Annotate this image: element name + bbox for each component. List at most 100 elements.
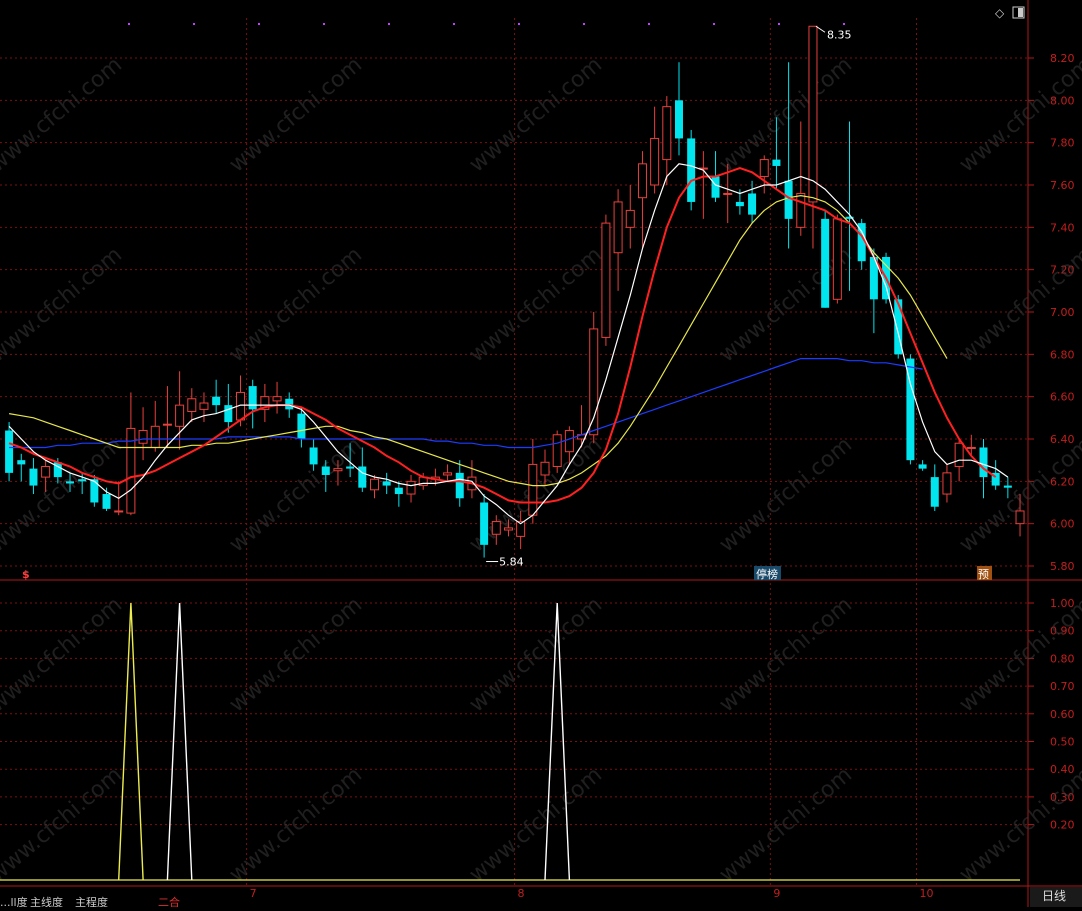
- candle-body-up: [503, 527, 513, 531]
- candle-body-up: [808, 25, 818, 203]
- watermark-text: www.cfchi.com: [715, 432, 857, 557]
- candle-body-down: [346, 466, 355, 469]
- top-marker-dot: [648, 23, 650, 25]
- candle-body-up: [41, 466, 51, 478]
- candle-body-down: [297, 413, 306, 439]
- candle-body-down: [687, 138, 696, 202]
- bottom-tab-0: ...ll度: [0, 895, 28, 907]
- price-tick-label: 7.00: [1050, 306, 1075, 319]
- watermark-text: www.cfchi.com: [225, 52, 367, 177]
- top-marker-dot: [518, 23, 520, 25]
- candle-body-down: [29, 468, 38, 486]
- price-tick-label: 7.60: [1050, 179, 1075, 192]
- watermark-text: www.cfchi.com: [0, 242, 127, 367]
- candle-body-down: [748, 193, 757, 215]
- candle-body-up: [114, 510, 124, 513]
- candle-body-down: [918, 464, 927, 469]
- candle-body-down: [17, 460, 26, 465]
- watermark-text: www.cfchi.com: [0, 52, 127, 177]
- candle-body-down: [735, 201, 744, 207]
- candle-body-down: [90, 479, 99, 503]
- candle-body-up: [552, 434, 562, 468]
- candle-body-up: [369, 478, 379, 491]
- candle-body-up: [650, 137, 660, 186]
- top-marker-dot: [193, 23, 195, 25]
- top-marker-dot: [713, 23, 715, 25]
- watermark-text: www.cfchi.com: [0, 592, 127, 717]
- diamond-icon: ◇: [995, 6, 1005, 20]
- candle-body-down: [382, 481, 391, 486]
- top-marker-dot: [128, 23, 130, 25]
- price-tick-label: 6.60: [1050, 391, 1075, 404]
- candle-body-up: [832, 218, 842, 300]
- candle-body-up: [491, 521, 501, 535]
- candle-body-up: [759, 159, 769, 178]
- candle-body-down: [711, 176, 720, 198]
- candle-body-up: [1015, 510, 1025, 525]
- top-marker-dot: [843, 23, 845, 25]
- limit-up-badge: 停榜: [756, 567, 778, 581]
- candle-body-up: [662, 106, 672, 161]
- watermark-text: www.cfchi.com: [465, 242, 607, 367]
- stock-chart-window: 7 8 9 10 8.20 8.00 7.80 7.60 7.40 7.20 7.00 6.80 6.6…: [0, 0, 1082, 909]
- candle-body-up: [601, 222, 611, 338]
- month-label: 7: [250, 887, 257, 900]
- bottom-tab-1: 主线度: [30, 895, 63, 907]
- period-label: 日线: [1042, 889, 1066, 903]
- watermark-text: www.cfchi.com: [225, 432, 367, 557]
- window-toggle-fill: [1018, 8, 1023, 17]
- top-marker-dot: [323, 23, 325, 25]
- candle-body-down: [309, 447, 318, 465]
- candle-body-down: [772, 159, 781, 166]
- watermark-text: www.cfchi.com: [715, 52, 857, 177]
- high-price-label: 8.35: [827, 28, 852, 41]
- top-marker-dot: [778, 23, 780, 25]
- candle-body-up: [443, 472, 453, 476]
- watermark-text: www.cfchi.com: [0, 762, 127, 887]
- candle-body-up: [540, 461, 550, 476]
- candle-body-up: [187, 398, 197, 412]
- candle-body-down: [248, 386, 257, 410]
- candle-body-up: [966, 446, 976, 449]
- candle-body-up: [272, 396, 282, 402]
- top-marker-dot: [388, 23, 390, 25]
- candle-body-up: [723, 192, 733, 195]
- indicator-tick-label: 0.70: [1050, 680, 1075, 693]
- bottom-tab-3: 二合: [158, 895, 180, 907]
- price-tick-label: 7.40: [1050, 221, 1075, 234]
- candle-body-down: [224, 405, 233, 423]
- watermark-text: www.cfchi.com: [225, 242, 367, 367]
- candle-body-down: [5, 430, 14, 473]
- candle-body-down: [480, 502, 489, 545]
- candle-body-down: [285, 398, 294, 410]
- candle-body-down: [321, 466, 330, 475]
- candle-body-up: [406, 480, 416, 495]
- indicator-tick-label: 0.50: [1050, 736, 1075, 749]
- candle-body-down: [212, 396, 221, 406]
- candle-body-up: [625, 209, 635, 228]
- watermark-text: www.cfchi.com: [465, 592, 607, 717]
- month-label: 8: [518, 887, 525, 900]
- month-label: 9: [773, 887, 780, 900]
- candle-body-up: [528, 463, 538, 516]
- watermark-text: www.cfchi.com: [955, 432, 1082, 557]
- top-marker-dot: [258, 23, 260, 25]
- candle-body-up: [637, 163, 647, 199]
- bottom-tab-2: 主程度: [75, 895, 108, 907]
- candle-body-down: [784, 180, 793, 219]
- candle-body-down: [930, 477, 939, 507]
- candle-body-up: [162, 423, 172, 426]
- indicator-tick-label: 0.80: [1050, 652, 1075, 665]
- watermark-text: www.cfchi.com: [715, 592, 857, 717]
- price-tick-label: 6.80: [1050, 348, 1075, 361]
- top-marker-dot: [583, 23, 585, 25]
- kline-chart-svg: 7 8 9 108.208.007.807.607.407.207.006.806.6…: [0, 0, 1082, 909]
- candle-body-up: [199, 402, 209, 410]
- top-marker-dot: [453, 23, 455, 25]
- candle-body-down: [65, 481, 74, 484]
- indicator-tick-label: 0.60: [1050, 708, 1075, 721]
- indicator-tick-label: 0.20: [1050, 819, 1075, 832]
- dollar-marker: $: [22, 568, 30, 581]
- watermark-text: www.cfchi.com: [465, 52, 607, 177]
- candle-body-up: [564, 430, 574, 453]
